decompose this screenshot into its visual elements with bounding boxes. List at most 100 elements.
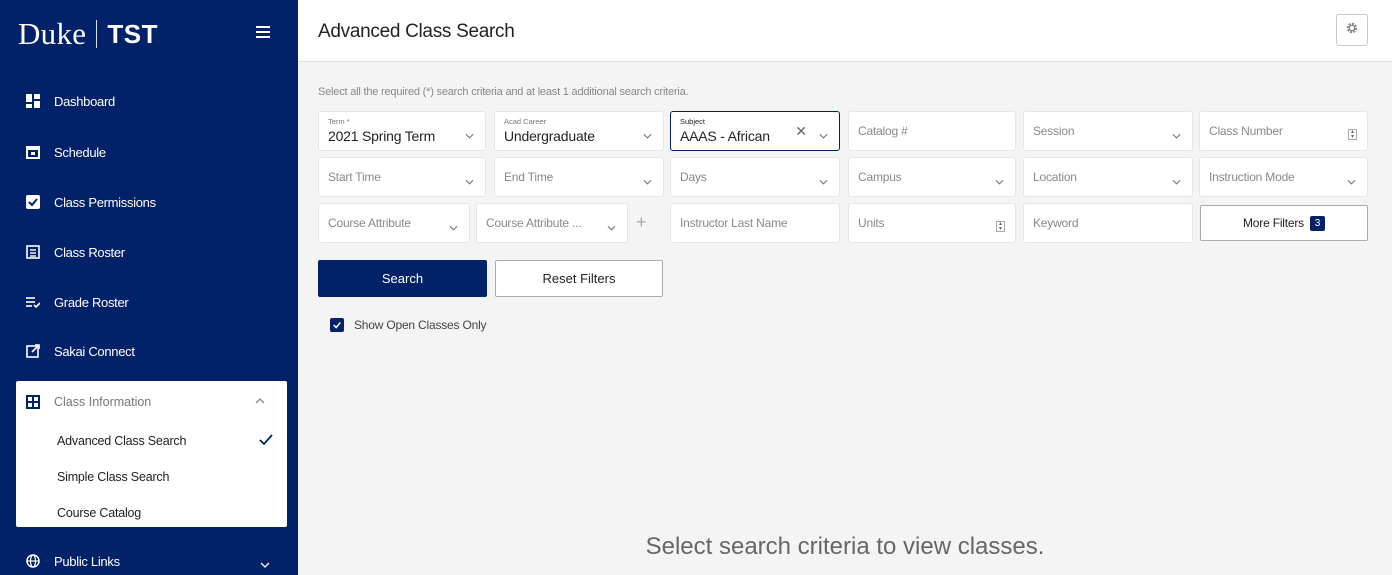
grid-icon: [26, 395, 40, 409]
instructor-last-name-input[interactable]: Instructor Last Name: [670, 203, 840, 243]
checkbox-checked-icon[interactable]: [330, 318, 344, 332]
location-select[interactable]: Location: [1023, 157, 1193, 197]
chevron-up-icon: [255, 395, 265, 407]
checkbox-icon: [26, 195, 40, 209]
sidebar-item-sakai-connect[interactable]: Sakai Connect: [16, 334, 286, 368]
empty-state-message: Select search criteria to view classes.: [645, 533, 1045, 560]
search-button[interactable]: Search: [318, 260, 487, 297]
sidebar-item-label: Class Permissions: [54, 194, 156, 210]
campus-select[interactable]: Campus: [848, 157, 1016, 197]
sub-item-label: Simple Class Search: [57, 470, 170, 484]
external-link-icon: [26, 344, 40, 358]
instruction-mode-select[interactable]: Instruction Mode: [1199, 157, 1368, 197]
sub-item-label: Course Catalog: [57, 506, 142, 520]
grade-list-icon: [26, 295, 40, 309]
term-select[interactable]: Term * 2021 Spring Term: [318, 111, 486, 151]
start-time-select[interactable]: Start Time: [318, 157, 486, 197]
chevron-down-icon: [1347, 172, 1356, 185]
sidebar-item-class-roster[interactable]: Class Roster: [16, 235, 286, 269]
brand-divider: [96, 20, 98, 48]
field-placeholder: Instructor Last Name: [680, 216, 788, 230]
sidebar-item-label: Sakai Connect: [54, 343, 135, 359]
class-information-toggle[interactable]: Class Information: [16, 381, 287, 423]
brand-logo[interactable]: Duke TST: [18, 14, 158, 54]
field-placeholder: Instruction Mode: [1209, 170, 1295, 184]
field-placeholder: Campus: [858, 170, 902, 184]
add-attribute-icon[interactable]: +: [636, 212, 647, 233]
chevron-down-icon: [995, 172, 1004, 185]
sidebar-item-simple-class-search[interactable]: Simple Class Search: [16, 459, 287, 495]
sidebar-item-course-catalog[interactable]: Course Catalog: [16, 495, 287, 531]
field-placeholder: Location: [1033, 170, 1077, 184]
sidebar-item-dashboard[interactable]: Dashboard: [16, 84, 286, 118]
class-number-input[interactable]: Class Number ▴ ▾: [1199, 111, 1368, 151]
chevron-down-icon: [643, 126, 652, 139]
brand-name: Duke: [18, 16, 87, 51]
reset-filters-button[interactable]: Reset Filters: [495, 260, 663, 297]
field-placeholder: Catalog #: [858, 124, 908, 138]
sidebar-item-label: Public Links: [54, 553, 120, 569]
sidebar: Duke TST Dashboard Schedule Class Permis…: [0, 0, 298, 575]
field-placeholder: Days: [680, 170, 707, 184]
sidebar-item-schedule[interactable]: Schedule: [16, 135, 286, 169]
search-button-label: Search: [381, 271, 424, 286]
field-label: Acad Career: [504, 117, 547, 126]
chevron-down-icon: [465, 172, 474, 185]
clear-icon[interactable]: ✕: [795, 123, 807, 140]
globe-icon: [26, 554, 40, 568]
gear-icon: [1345, 21, 1359, 40]
end-time-select[interactable]: End Time: [494, 157, 664, 197]
more-filters-label: More Filters: [1243, 216, 1304, 230]
field-placeholder: Course Attribute ...: [486, 216, 582, 230]
sidebar-item-public-links[interactable]: Public Links: [16, 544, 286, 575]
field-placeholder: End Time: [504, 170, 554, 184]
reset-button-label: Reset Filters: [542, 271, 616, 286]
field-placeholder: Keyword: [1033, 216, 1079, 230]
subject-select[interactable]: Subject AAAS - African ✕: [670, 111, 840, 151]
course-attribute-select[interactable]: Course Attribute: [318, 203, 470, 243]
keyword-input[interactable]: Keyword: [1023, 203, 1193, 243]
menu-toggle-icon[interactable]: [256, 26, 270, 38]
open-classes-only-checkbox[interactable]: Show Open Classes Only: [330, 318, 487, 332]
brand-env: TST: [107, 18, 158, 49]
chevron-down-icon: [819, 172, 828, 185]
units-input[interactable]: Units ▴ ▾: [848, 203, 1016, 243]
field-value: AAAS - African: [680, 128, 770, 144]
more-filters-button[interactable]: More Filters 3: [1200, 205, 1368, 241]
session-select[interactable]: Session: [1023, 111, 1193, 151]
sidebar-item-label: Class Roster: [54, 244, 125, 260]
chevron-down-icon: [1172, 172, 1181, 185]
field-value: 2021 Spring Term: [328, 128, 436, 144]
field-placeholder: Units: [858, 216, 885, 230]
days-select[interactable]: Days: [670, 157, 840, 197]
page-title: Advanced Class Search: [318, 21, 515, 42]
sub-item-label: Advanced Class Search: [57, 434, 187, 448]
sidebar-item-label: Dashboard: [54, 93, 115, 109]
sidebar-item-label: Grade Roster: [54, 294, 129, 310]
sidebar-item-label: Schedule: [54, 144, 106, 160]
chevron-down-icon: [607, 218, 616, 231]
number-stepper-icon[interactable]: ▴ ▾: [1348, 129, 1357, 140]
number-stepper-icon[interactable]: ▴ ▾: [996, 221, 1005, 232]
settings-button[interactable]: [1336, 14, 1368, 46]
acad-career-select[interactable]: Acad Career Undergraduate: [494, 111, 664, 151]
roster-icon: [26, 245, 40, 259]
course-attribute-value-select[interactable]: Course Attribute ...: [476, 203, 628, 243]
catalog-number-input[interactable]: Catalog #: [848, 111, 1016, 151]
field-placeholder: Class Number: [1209, 124, 1283, 138]
class-information-label: Class Information: [54, 395, 152, 409]
filter-count-badge: 3: [1309, 215, 1325, 231]
search-instructions: Select all the required (*) search crite…: [318, 86, 689, 98]
field-label: Subject: [680, 117, 706, 126]
page-header: Advanced Class Search: [298, 0, 1392, 62]
chevron-down-icon: [465, 126, 474, 139]
field-placeholder: Start Time: [328, 170, 381, 184]
sidebar-item-advanced-class-search[interactable]: Advanced Class Search: [16, 423, 287, 459]
dashboard-icon: [26, 94, 40, 108]
field-placeholder: Course Attribute: [328, 216, 411, 230]
sidebar-item-class-permissions[interactable]: Class Permissions: [16, 185, 286, 219]
chevron-down-icon: [643, 172, 652, 185]
field-placeholder: Session: [1033, 124, 1075, 138]
sidebar-item-grade-roster[interactable]: Grade Roster: [16, 285, 286, 319]
class-information-panel: Class Information Advanced Class Search …: [16, 381, 287, 527]
